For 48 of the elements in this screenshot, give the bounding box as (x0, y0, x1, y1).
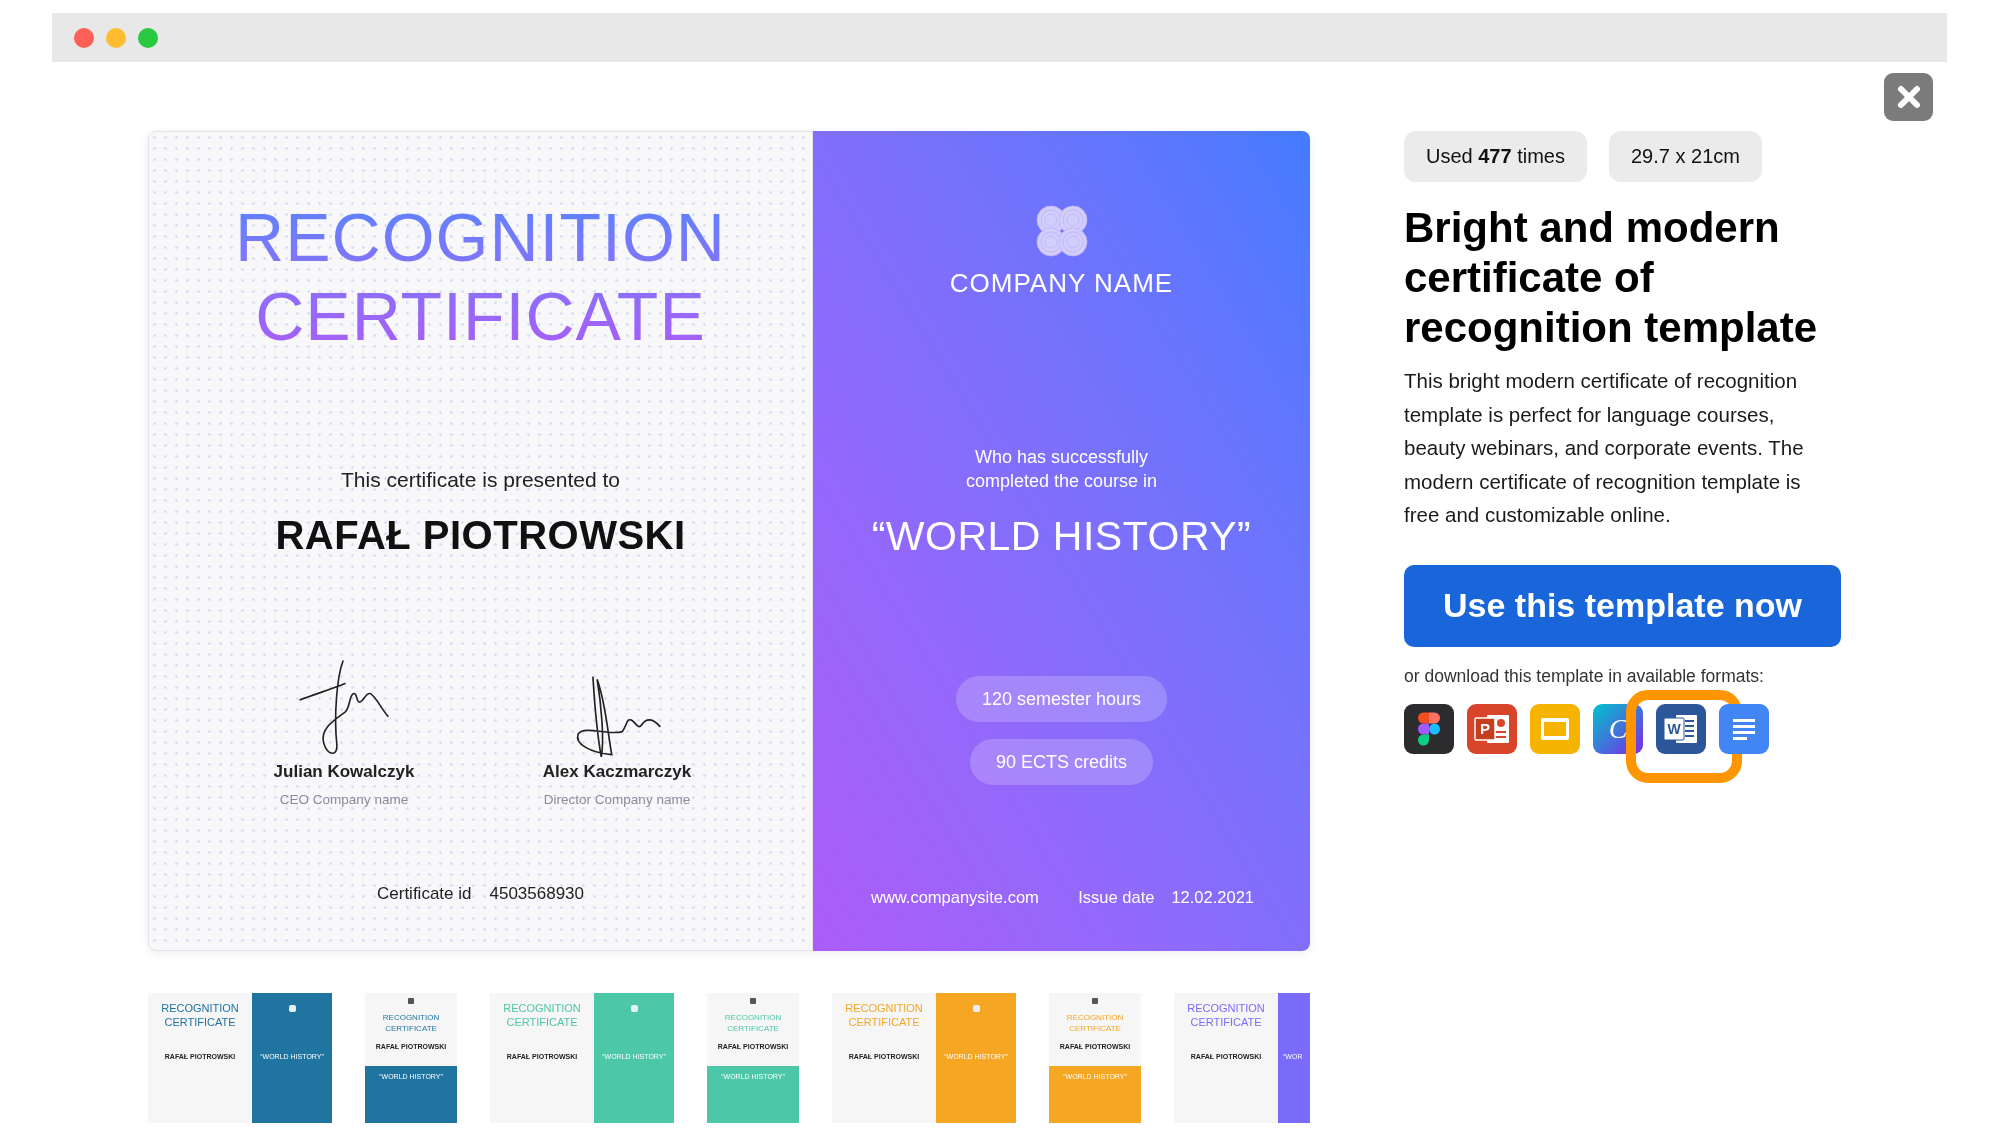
logo-icon (630, 1005, 638, 1012)
credit-pill: 90 ECTS credits (969, 739, 1153, 785)
logo-icon (1092, 998, 1098, 1004)
completion-text: Who has successfully completed the course in (964, 446, 1159, 493)
logo-icon (972, 1005, 980, 1012)
word-document-icon (1656, 703, 1706, 754)
thumbnail-title: RECOGNITION CERTIFICATE (502, 1001, 582, 1029)
download-format-button[interactable]: W (1656, 703, 1706, 754)
credit-pill: 120 semester hours (955, 676, 1168, 722)
thumbnail-title: RECOGNITION CERTIFICATE (1065, 1012, 1125, 1034)
download-hint: or download this template in available formats: (1404, 665, 1764, 687)
window-minimize-button[interactable] (106, 27, 126, 48)
signatory-role: CEO Company name (279, 791, 409, 809)
logo-icon (288, 1005, 296, 1012)
signatory-name: Julian Kowalczyk (273, 762, 415, 782)
certificate-id: 4503568930 (489, 884, 584, 904)
course-name: “WORLD HISTORY” (871, 512, 1252, 560)
presentation-icon (1467, 703, 1517, 754)
website-text: www.companysite.com (871, 887, 1039, 907)
text-document-icon (1719, 703, 1769, 754)
signatory-role: Director Company name (543, 791, 691, 809)
window-zoom-button[interactable] (138, 27, 158, 48)
logo-icon (1035, 205, 1088, 257)
issue-date-label: Issue date (1078, 887, 1155, 907)
thumbnail-title: RECOGNITION CERTIFICATE (381, 1012, 441, 1034)
info-badge: 29.7 x 21cm (1608, 131, 1762, 182)
use-template-button[interactable]: Use this template now (1404, 564, 1841, 647)
thumbnail-title: RECOGNITION CERTIFICATE (160, 1001, 240, 1029)
template-title: Bright and modern certificate of recognition template (1404, 203, 1819, 353)
certificate-id-label: Certificate id (377, 884, 472, 904)
template-description: This bright modern certificate of recognition template is perfect for language courses, beauty webinars, and corporate events. The modern certificate of recognition template is free and customizable online. (1404, 368, 1805, 528)
shapes-app-icon (1404, 703, 1454, 754)
presented-to-text: This certificate is presented to (341, 467, 620, 493)
thumbnail-title: RECOGNITION CERTIFICATE (723, 1012, 783, 1034)
logo-icon (408, 998, 414, 1004)
window-close-button[interactable] (74, 27, 94, 48)
download-format-button[interactable]: P (1467, 703, 1517, 754)
issue-date: 12.02.2021 (1171, 887, 1254, 907)
recipient-name: RAFAŁ PIOTROWSKI (275, 512, 686, 559)
company-name: COMPANY NAME (949, 267, 1174, 299)
download-format-button[interactable] (1404, 703, 1454, 754)
info-badge: Used 477 times (1404, 131, 1587, 182)
thumbnail-title: RECOGNITION CERTIFICATE (844, 1001, 924, 1029)
thumbnail-title: RECOGNITION CERTIFICATE (1186, 1001, 1266, 1029)
slide-icon (1530, 703, 1580, 754)
logo-icon (750, 998, 756, 1004)
signatory-name: Alex Kaczmarczyk (542, 762, 692, 782)
close-button[interactable] (1884, 73, 1933, 121)
